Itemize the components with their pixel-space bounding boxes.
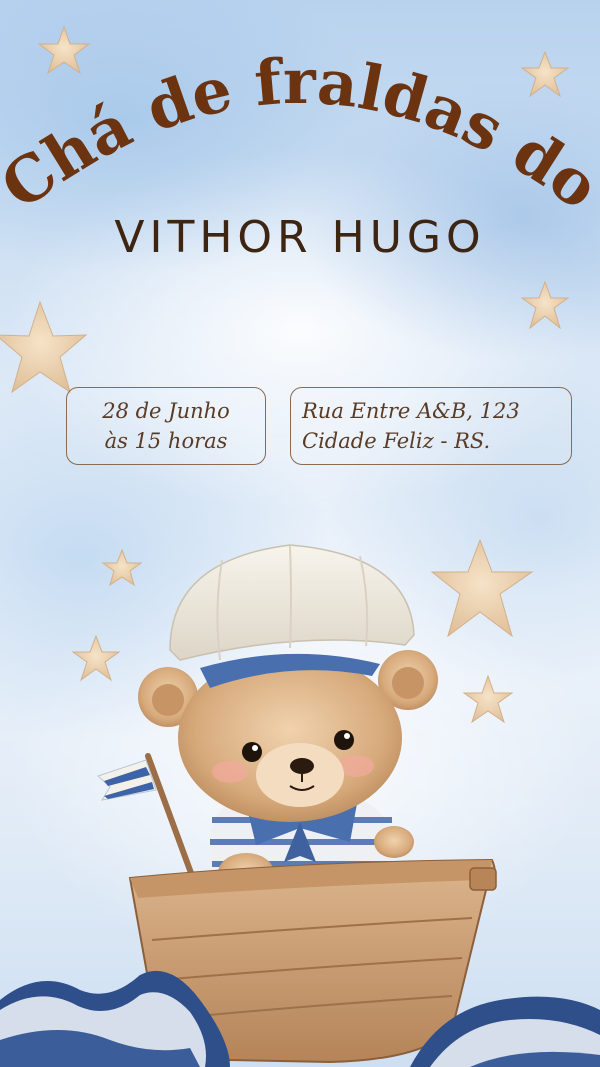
- time-line: às 15 horas: [104, 429, 228, 453]
- address-box: Rua Entre A&B, 123 Cidade Feliz - RS.: [290, 387, 572, 465]
- star-icon: [520, 280, 570, 330]
- city-line: Cidade Feliz - RS.: [302, 429, 491, 453]
- date-line: 28 de Junho: [102, 399, 230, 423]
- star-icon: [37, 25, 91, 75]
- baby-name: VITHOR HUGO: [114, 212, 486, 263]
- star-icon: [430, 538, 534, 638]
- street-line: Rua Entre A&B, 123: [302, 399, 520, 423]
- star-icon: [0, 300, 88, 394]
- star-icon: [462, 674, 514, 724]
- star-icon: [520, 50, 570, 98]
- flag-icon: [97, 753, 201, 895]
- invitation-artwork: Chá de fraldas do: [0, 25, 600, 1067]
- title-text: Chá de fraldas do: [0, 45, 600, 224]
- invitation-card: Chá de fraldas do: [0, 0, 600, 1067]
- title-text-path: Chá de fraldas do: [0, 45, 600, 224]
- date-box: 28 de Junho às 15 horas: [66, 387, 266, 465]
- star-icon: [71, 634, 121, 682]
- teddy-bear: [138, 544, 438, 893]
- star-icon: [101, 548, 143, 587]
